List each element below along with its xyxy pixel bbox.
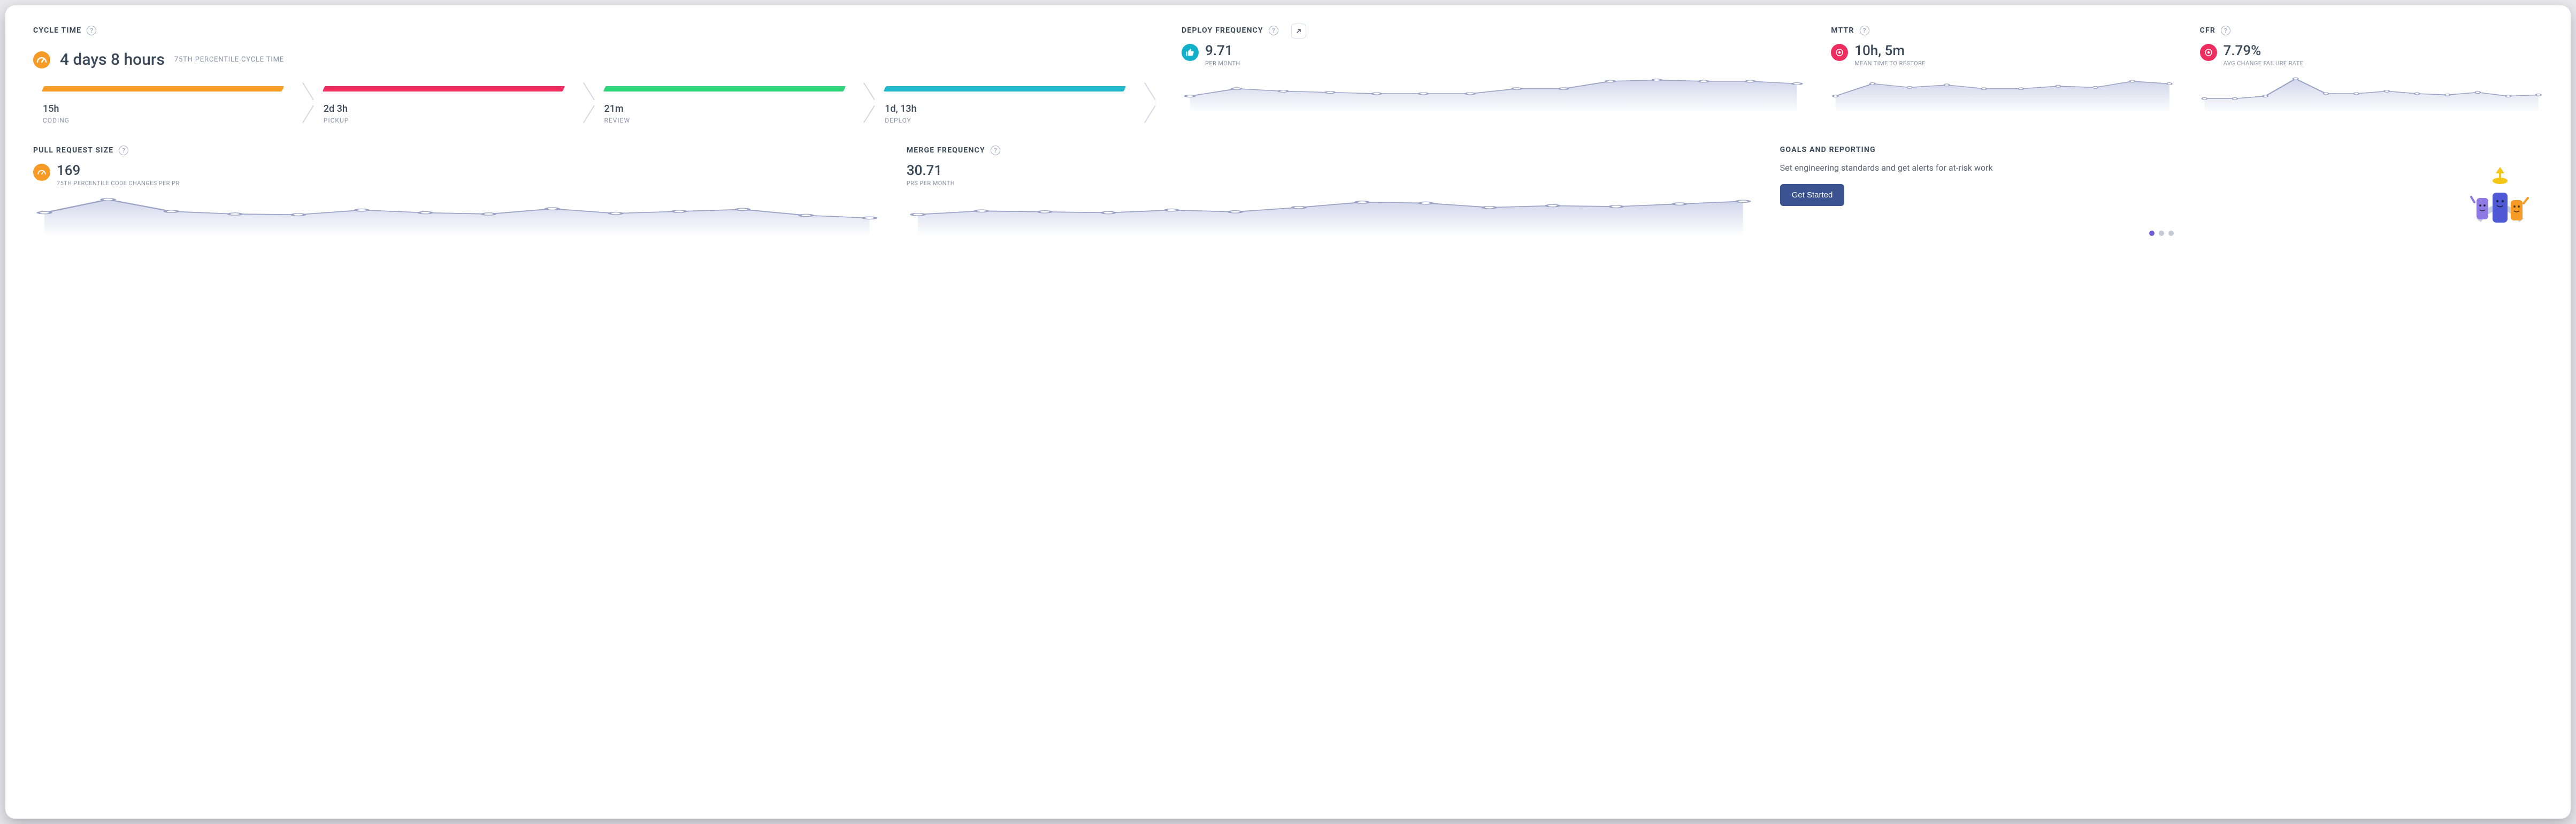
pr-size-subtitle: 75TH PERCENTILE CODE CHANGES PER PR [57,180,180,187]
stage-value: 15h [43,103,310,115]
stage-value: 2d 3h [324,103,591,115]
stage-bar [884,86,1126,91]
cfr-chart[interactable] [2200,74,2543,113]
stage-bar [322,86,565,91]
mttr-title: MTTR [1831,26,1854,35]
deploy-frequency-title: DEPLOY FREQUENCY [1182,26,1263,35]
expand-button[interactable] [1291,24,1306,39]
dashboard-card: CYCLE TIME ? 4 days 8 hours 75TH PERCENT… [5,5,2571,819]
pr-size-panel: PULL REQUEST SIZE ? 169 75TH PERCENTILE … [33,146,881,236]
stage-name: PICKUP [324,117,591,124]
pr-size-title: PULL REQUEST SIZE [33,146,113,155]
help-icon[interactable]: ? [87,26,96,35]
mttr-subtitle: MEAN TIME TO RESTORE [1854,60,1926,67]
stage-bar [42,86,285,91]
cycle-time-value: 4 days 8 hours [60,50,165,69]
target-icon [1831,44,1848,61]
deploy-frequency-chart[interactable] [1182,74,1805,113]
goals-panel: GOALS AND REPORTING Set engineering stan… [1780,146,2543,236]
deploy-frequency-panel: DEPLOY FREQUENCY ? 9.71 PER MONTH [1182,26,1805,124]
cycle-time-subtitle: 75TH PERCENTILE CYCLE TIME [174,56,284,64]
cfr-subtitle: AVG CHANGE FAILURE RATE [2224,60,2304,67]
cycle-time-panel: CYCLE TIME ? 4 days 8 hours 75TH PERCENT… [33,26,1156,124]
stage-bar [603,86,846,91]
stage-name: CODING [43,117,310,124]
mttr-panel: MTTR ? 10h, 5m MEAN TIME TO RESTORE [1831,26,2174,124]
cfr-panel: CFR ? 7.79% AVG CHANGE FAILURE RATE [2200,26,2543,124]
stage-value: 21m [604,103,871,115]
cycle-time-stages: 15h CODING 2d 3h PICKUP 21m REVIEW [33,86,1156,124]
thumbs-up-icon [1182,44,1199,61]
stage-name: DEPLOY [885,117,1152,124]
merge-frequency-subtitle: PRS PER MONTH [907,180,955,187]
carousel-dot[interactable] [2159,231,2164,236]
cfr-value: 7.79% [2224,44,2304,58]
mttr-chart[interactable] [1831,74,2174,113]
cycle-time-title: CYCLE TIME [33,26,81,35]
merge-frequency-value: 30.71 [907,164,955,178]
merge-frequency-chart[interactable] [907,192,1754,236]
help-icon[interactable]: ? [991,146,1000,155]
stage-review[interactable]: 21m REVIEW [595,86,876,124]
help-icon[interactable]: ? [119,146,128,155]
stage-coding[interactable]: 15h CODING [33,86,314,124]
gauge-icon [33,51,50,68]
deploy-frequency-value: 9.71 [1205,44,1240,58]
gauge-icon [33,164,50,181]
stage-value: 1d, 13h [885,103,1152,115]
stage-pickup[interactable]: 2d 3h PICKUP [314,86,595,124]
carousel-dot[interactable] [2168,231,2174,236]
trophy-illustration [2457,162,2543,226]
carousel-dots [1780,231,2543,236]
expand-icon [1295,28,1302,34]
pr-size-value: 169 [57,164,180,178]
mttr-value: 10h, 5m [1854,44,1926,58]
deploy-frequency-unit: PER MONTH [1205,60,1240,67]
merge-frequency-panel: MERGE FREQUENCY ? 30.71 PRS PER MONTH [907,146,1754,236]
help-icon[interactable]: ? [1860,26,1869,35]
target-icon [2200,44,2217,61]
carousel-dot[interactable] [2149,231,2155,236]
help-icon[interactable]: ? [2221,26,2230,35]
goals-text: Set engineering standards and get alerts… [1780,162,2449,174]
help-icon[interactable]: ? [1269,26,1278,35]
goals-title: GOALS AND REPORTING [1780,146,1876,154]
stage-deploy[interactable]: 1d, 13h DEPLOY [875,86,1156,124]
merge-frequency-title: MERGE FREQUENCY [907,146,985,155]
cfr-title: CFR [2200,26,2215,35]
pr-size-chart[interactable] [33,192,881,236]
stage-name: REVIEW [604,117,871,124]
get-started-button[interactable]: Get Started [1780,184,1845,206]
